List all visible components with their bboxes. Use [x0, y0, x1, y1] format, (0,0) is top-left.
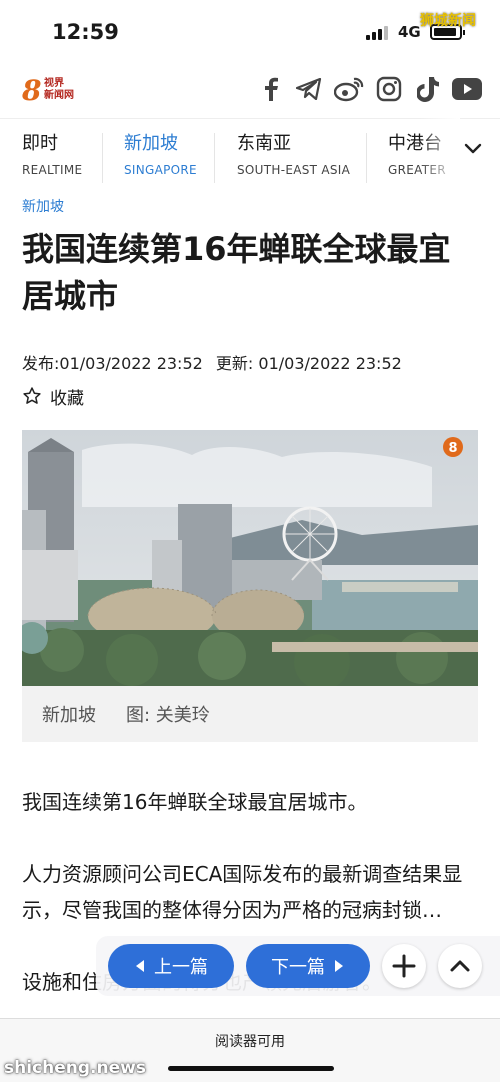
tab-realtime[interactable]: 即时 REALTIME [22, 129, 82, 185]
tab-realtime-en: REALTIME [22, 163, 83, 177]
reader-label: 阅读器可用 [215, 1034, 285, 1050]
telegram-icon[interactable] [294, 74, 324, 104]
previous-article-label: 上一篇 [154, 957, 208, 978]
watermark-bottom: shicheng.news [4, 1058, 146, 1078]
tab-singapore[interactable]: 新加坡 SINGAPORE [124, 129, 197, 185]
add-button[interactable] [382, 944, 426, 988]
tab-singapore-cn: 新加坡 [124, 133, 178, 154]
chevron-left-icon [136, 960, 144, 972]
home-indicator[interactable] [168, 1066, 334, 1071]
site-logo[interactable]: 8 视界 新闻网 [22, 74, 92, 108]
nav-fade [420, 118, 460, 190]
caption-location: 新加坡 [42, 705, 96, 726]
next-article-label: 下一篇 [271, 957, 325, 978]
tab-singapore-en: SINGAPORE [124, 163, 197, 177]
tab-realtime-cn: 即时 [22, 133, 58, 154]
photo-badge-text: 8 [448, 441, 457, 456]
previous-article-button[interactable]: 上一篇 [108, 944, 234, 988]
bookmark-button[interactable]: 收藏 [22, 384, 84, 409]
photo-caption: 新加坡 图: 关美玲 [22, 686, 478, 742]
youtube-icon[interactable] [452, 74, 482, 104]
tab-divider [366, 133, 367, 183]
tab-divider [102, 133, 103, 183]
article-dates: 发布:01/03/2022 23:52 更新: 01/03/2022 23:52 [22, 350, 402, 374]
tab-southeast-asia-en: SOUTH-EAST ASIA [237, 163, 351, 177]
chevron-down-icon[interactable] [458, 134, 488, 164]
article-photo[interactable]: 8 [22, 430, 478, 686]
caption-credit: 图: 关美玲 [126, 705, 210, 726]
chevron-up-icon [450, 960, 470, 972]
updated-date: 更新: 01/03/2022 23:52 [215, 354, 402, 373]
weibo-icon[interactable] [334, 74, 364, 104]
singapore-skyline-image: 8 [22, 430, 478, 686]
scroll-to-top-button[interactable] [438, 944, 482, 988]
chevron-right-icon [335, 960, 343, 972]
tab-southeast-asia[interactable]: 东南亚 SOUTH-EAST ASIA [237, 129, 350, 185]
instagram-icon[interactable] [374, 74, 404, 104]
published-date: 发布:01/03/2022 23:52 [22, 354, 203, 373]
logo-text: 视界 新闻网 [44, 78, 74, 102]
article-category-link[interactable]: 新加坡 [22, 196, 64, 216]
logo-line2: 新闻网 [44, 90, 74, 101]
watermark-top: 狮城新闻 [420, 13, 476, 29]
tab-southeast-asia-cn: 东南亚 [237, 133, 291, 154]
status-time: 12:59 [52, 20, 119, 44]
tiktok-icon[interactable] [413, 74, 443, 104]
signal-icon [366, 26, 390, 40]
bookmark-label: 收藏 [50, 388, 84, 409]
facebook-icon[interactable] [256, 74, 286, 104]
tab-divider [214, 133, 215, 183]
logo-line1: 视界 [44, 78, 64, 89]
star-icon [23, 387, 41, 404]
site-header: 8 视界 新闻网 [0, 62, 500, 118]
article-headline: 我国连续第16年蝉联全球最宜居城市 [22, 230, 451, 315]
next-article-button[interactable]: 下一篇 [246, 944, 370, 988]
floating-article-nav: 上一篇 下一篇 [96, 936, 500, 996]
article-paragraph-1: 我国连续第16年蝉联全球最宜居城市。 [22, 790, 368, 814]
network-label: 4G [398, 23, 421, 41]
plus-icon [392, 954, 416, 978]
